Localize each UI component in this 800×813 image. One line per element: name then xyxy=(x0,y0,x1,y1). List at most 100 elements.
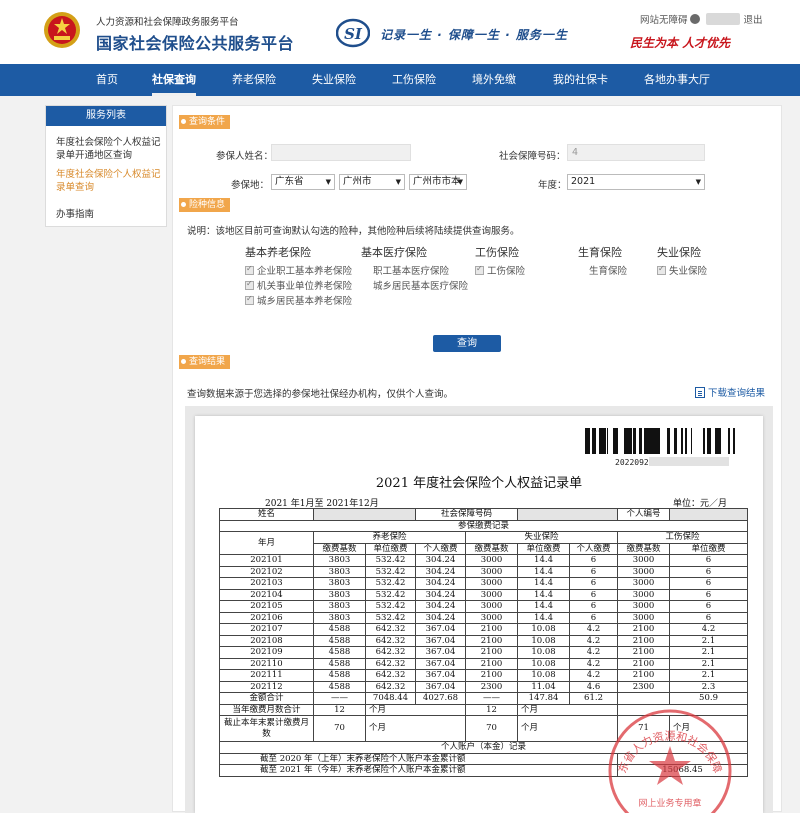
nav-injury[interactable]: 工伤保险 xyxy=(392,64,436,96)
user-bar: 网站无障碍 退出 xyxy=(640,12,763,26)
months-unemployment: 12 xyxy=(464,703,519,716)
row-cell: 6 xyxy=(669,554,749,567)
row-cell: 4.6 xyxy=(569,680,619,693)
chevron-down-icon: ▼ xyxy=(395,178,401,186)
motto: 民生为本 人才优先 xyxy=(630,36,731,50)
cat-medical: 基本医疗保险 xyxy=(361,246,427,259)
row-month: 202111 xyxy=(219,669,314,682)
row-cell: 642.32 xyxy=(365,669,416,682)
document-viewer[interactable]: 2022092 2021 年度社会保险个人权益记录单 2021 年1月至 202… xyxy=(185,406,773,813)
row-cell: 3000 xyxy=(617,554,671,567)
nav-query[interactable]: 社保查询 xyxy=(152,64,196,96)
checkbox-pension-institution[interactable]: 机关事业单位养老保险 xyxy=(245,278,352,292)
row-cell: 6 xyxy=(669,588,749,601)
row-cell: 642.32 xyxy=(365,657,416,670)
row-cell: 2.1 xyxy=(669,669,749,682)
row-cell: 3803 xyxy=(313,565,366,578)
query-button[interactable]: 查询 xyxy=(433,335,501,352)
row-cell: 2100 xyxy=(464,669,519,682)
nav-unemployment[interactable]: 失业保险 xyxy=(312,64,356,96)
checkbox-unemployment[interactable]: 失业保险 xyxy=(657,263,707,277)
logout-link[interactable]: 退出 xyxy=(744,15,763,26)
id-redacted xyxy=(669,508,749,521)
row-cell: 532.42 xyxy=(365,565,416,578)
row-cell: 304.24 xyxy=(415,588,466,601)
row-cell: 6 xyxy=(669,565,749,578)
checkbox-pension-resident[interactable]: 城乡居民基本养老保险 xyxy=(245,293,352,307)
row-cell: 2100 xyxy=(464,634,519,647)
col-unemployment: 失业保险 xyxy=(464,531,619,544)
row-cell: 4588 xyxy=(313,680,366,693)
row-cell: 4.2 xyxy=(569,657,619,670)
row-cell: 3000 xyxy=(617,577,671,590)
option-medical-resident: 城乡居民基本医疗保险 xyxy=(373,281,469,292)
social-insurance-logo-icon: SI xyxy=(336,18,370,48)
row-cell: 642.32 xyxy=(365,680,416,693)
district-select[interactable]: 广州市市本 ▼ xyxy=(409,174,467,190)
section-insurance-types: 险种信息 xyxy=(179,198,231,212)
row-cell: 2100 xyxy=(464,646,519,659)
row-cell: 3803 xyxy=(313,588,366,601)
table-row: 202101 3803 532.42 304.24 3000 14.4 6 3000 6 xyxy=(219,554,749,567)
account-row-prev: 截至 2020 年（上年）末养老保险个人账户本金累计额 xyxy=(218,752,619,765)
city-select[interactable]: 广州市 ▼ xyxy=(339,174,405,190)
sidebar-item-open-regions[interactable]: 年度社会保险个人权益记录单开通地区查询 xyxy=(46,126,166,162)
section-query-result: 查询结果 xyxy=(179,355,231,369)
row-cell: 532.42 xyxy=(365,554,416,567)
row-cell: 10.08 xyxy=(517,623,571,636)
row-cell: 2.1 xyxy=(669,646,749,659)
row-cell: 6 xyxy=(569,600,619,613)
row-month: 202112 xyxy=(219,680,314,693)
checkbox-pension-enterprise[interactable]: 企业职工基本养老保险 xyxy=(245,263,352,277)
accessibility-link[interactable]: 网站无障碍 xyxy=(640,15,688,26)
checkbox-injury[interactable]: 工伤保险 xyxy=(475,263,525,277)
row-cell: 6 xyxy=(569,611,619,624)
cum-unemployment: 70 xyxy=(464,715,519,742)
row-month: 202109 xyxy=(219,646,314,659)
months-label: 当年缴费月数合计 xyxy=(219,703,314,716)
checkbox-checked-icon xyxy=(475,264,484,275)
nav-my-card[interactable]: 我的社保卡 xyxy=(553,64,608,96)
row-month: 202101 xyxy=(219,554,314,567)
row-month: 202104 xyxy=(219,588,314,601)
row-cell: 14.4 xyxy=(517,588,571,601)
cumulative-label: 截止本年末累计缴费月数 xyxy=(219,715,314,742)
ssn-input[interactable]: 4 xyxy=(567,144,705,161)
row-cell: 304.24 xyxy=(415,600,466,613)
row-cell: 11.04 xyxy=(517,680,571,693)
site-title[interactable]: 国家社会保险公共服务平台 xyxy=(96,30,294,54)
col-pension-unit: 单位缴费 xyxy=(365,542,416,555)
nav-overseas[interactable]: 境外免缴 xyxy=(472,64,516,96)
cat-injury: 工伤保险 xyxy=(475,246,519,259)
download-result-link[interactable]: 下载查询结果 xyxy=(695,385,765,399)
row-cell: 4.2 xyxy=(569,669,619,682)
nav-home[interactable]: 首页 xyxy=(96,64,118,96)
cat-unemployment: 失业保险 xyxy=(657,246,701,259)
checkbox-checked-icon xyxy=(245,264,254,275)
org-subtitle: 人力资源和社会保障政务服务平台 xyxy=(96,17,239,28)
province-select[interactable]: 广东省 ▼ xyxy=(271,174,335,190)
year-label: 年度： xyxy=(538,180,567,191)
ssn-label: 社会保障号码 xyxy=(414,508,519,521)
col-month: 年月 xyxy=(219,531,314,555)
svg-text:网上业务专用章: 网上业务专用章 xyxy=(638,797,701,809)
row-cell: 10.08 xyxy=(517,634,571,647)
nav-pension[interactable]: 养老保险 xyxy=(232,64,276,96)
year-select[interactable]: 2021 ▼ xyxy=(567,174,705,190)
row-cell: 3000 xyxy=(617,600,671,613)
barcode-number: 2022092 xyxy=(615,457,729,467)
sidebar: 服务列表 年度社会保险个人权益记录单开通地区查询 年度社会保险个人权益记录单查询… xyxy=(45,105,167,227)
cum-unit: 个月 xyxy=(365,715,466,742)
name-input[interactable] xyxy=(271,144,411,161)
cat-pension: 基本养老保险 xyxy=(245,246,311,259)
row-cell: 6 xyxy=(669,600,749,613)
name-label: 参保人姓名： xyxy=(216,151,274,162)
row-cell: 532.42 xyxy=(365,588,416,601)
sidebar-item-guide[interactable]: 办事指南 xyxy=(46,194,166,221)
row-cell: 6 xyxy=(569,577,619,590)
row-cell: 6 xyxy=(569,554,619,567)
sidebar-item-record-query[interactable]: 年度社会保险个人权益记录单查询 xyxy=(46,162,166,194)
nav-local-halls[interactable]: 各地办事大厅 xyxy=(644,64,710,96)
row-cell: 4588 xyxy=(313,623,366,636)
row-cell: 2300 xyxy=(464,680,519,693)
